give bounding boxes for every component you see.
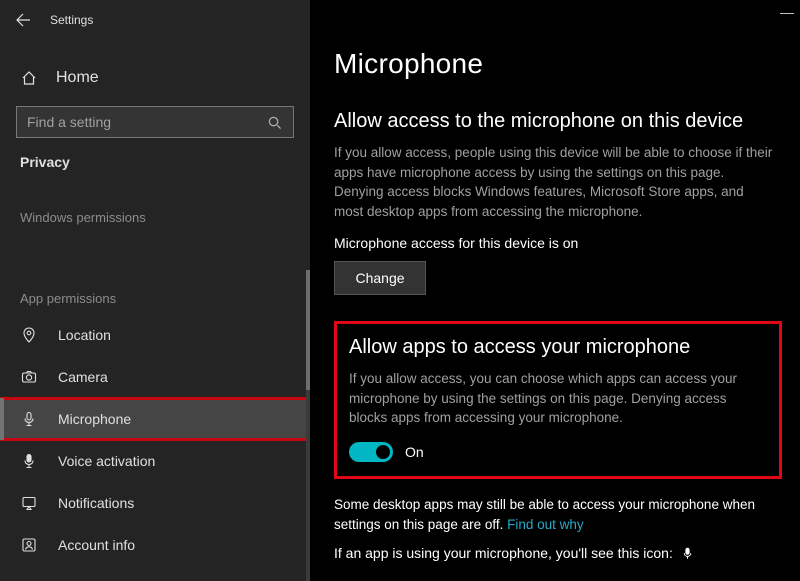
- main-content: ― Microphone Allow access to the microph…: [310, 0, 800, 581]
- sidebar-item-camera[interactable]: Camera: [0, 356, 310, 398]
- titlebar: Settings: [0, 0, 310, 40]
- sidebar-scrollbar[interactable]: [306, 270, 310, 581]
- toggle-state-label: On: [405, 444, 424, 460]
- search-box[interactable]: [16, 106, 294, 138]
- apps-access-toggle[interactable]: [349, 442, 393, 462]
- sidebar: Settings Home Privacy Windows permission…: [0, 0, 310, 581]
- icon-hint-row: If an app is using your microphone, you'…: [334, 544, 782, 562]
- back-button[interactable]: [14, 11, 32, 29]
- desktop-apps-note: Some desktop apps may still be able to a…: [334, 495, 774, 534]
- nav-list: Location Camera Microphone Voice activat…: [0, 314, 310, 566]
- location-icon: [20, 326, 38, 344]
- search-input[interactable]: [27, 114, 257, 130]
- highlight-apps-access: Allow apps to access your microphone If …: [334, 321, 782, 479]
- minimize-button[interactable]: ―: [780, 4, 794, 20]
- section-device-access-head: Allow access to the microphone on this d…: [334, 110, 782, 133]
- page-title: Microphone: [334, 48, 782, 80]
- app-title: Settings: [50, 13, 93, 27]
- window-caption-buttons: ―: [780, 4, 794, 20]
- camera-icon: [20, 368, 38, 386]
- voice-icon: [20, 452, 38, 470]
- sidebar-item-microphone[interactable]: Microphone: [0, 398, 310, 440]
- home-icon: [20, 69, 38, 87]
- section-apps-access-head: Allow apps to access your microphone: [349, 336, 767, 359]
- find-out-why-link[interactable]: Find out why: [507, 517, 584, 532]
- sidebar-item-voice-activation[interactable]: Voice activation: [0, 440, 310, 482]
- home-nav[interactable]: Home: [0, 58, 310, 98]
- sidebar-item-label: Microphone: [58, 411, 131, 427]
- sidebar-item-label: Camera: [58, 369, 108, 385]
- sidebar-item-account-info[interactable]: Account info: [0, 524, 310, 566]
- sidebar-item-label: Location: [58, 327, 111, 343]
- account-icon: [20, 536, 38, 554]
- category-label: Privacy: [0, 138, 310, 170]
- section-apps-access-body: If you allow access, you can choose whic…: [349, 369, 767, 428]
- sidebar-item-location[interactable]: Location: [0, 314, 310, 356]
- sidebar-item-notifications[interactable]: Notifications: [0, 482, 310, 524]
- microphone-indicator-icon: [679, 544, 697, 562]
- search-icon: [265, 113, 283, 131]
- notifications-icon: [20, 494, 38, 512]
- sidebar-item-label: Account info: [58, 537, 135, 553]
- change-button[interactable]: Change: [334, 261, 426, 295]
- section-device-access-body: If you allow access, people using this d…: [334, 143, 774, 221]
- microphone-icon: [20, 410, 38, 428]
- section-app-permissions: App permissions: [0, 291, 310, 306]
- device-access-status: Microphone access for this device is on: [334, 235, 782, 251]
- sidebar-item-label: Voice activation: [58, 453, 155, 469]
- sidebar-item-label: Notifications: [58, 495, 134, 511]
- section-windows-permissions: Windows permissions: [0, 210, 310, 225]
- home-label: Home: [56, 69, 99, 87]
